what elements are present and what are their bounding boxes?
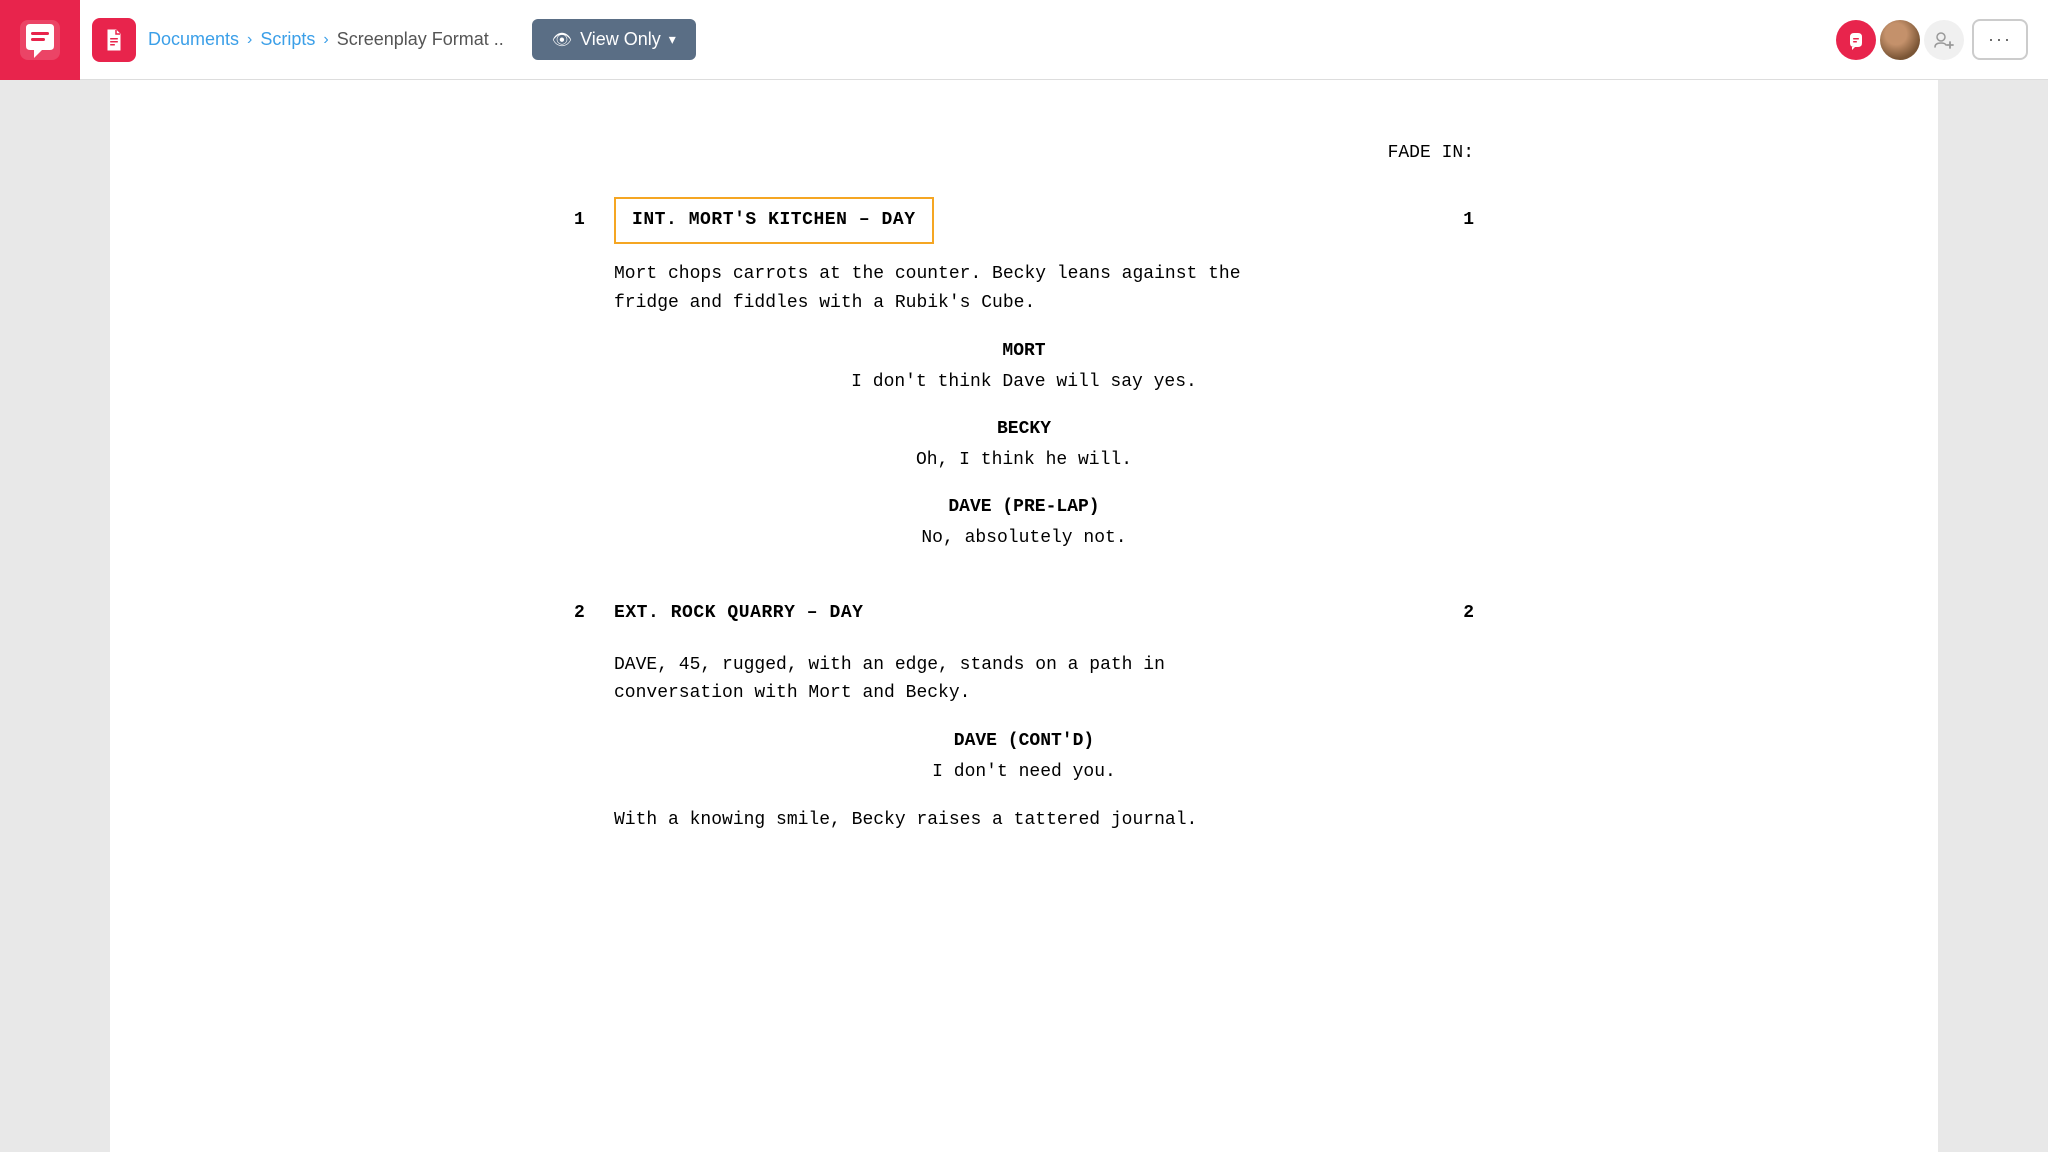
view-only-label: View Only	[580, 29, 661, 50]
navbar: Documents › Scripts › Screenplay Format …	[0, 0, 2048, 80]
scene-2-heading-row: 2 EXT. ROCK QUARRY – DAY 2	[574, 592, 1474, 635]
eye-icon: 👁	[552, 30, 572, 50]
scene-2-action: DAVE, 45, rugged, with an edge, stands o…	[614, 651, 1474, 709]
dialogue-mort-character: MORT	[574, 338, 1474, 365]
avatar-add-user[interactable]	[1924, 20, 1964, 60]
avatar-group	[1836, 20, 1964, 60]
dialogue-dave-prelap-line: No, absolutely not.	[574, 525, 1474, 552]
doc-icon-button[interactable]	[92, 18, 136, 62]
scene-2-action2: With a knowing smile, Becky raises a tat…	[614, 806, 1474, 835]
breadcrumb-documents[interactable]: Documents	[148, 29, 239, 50]
avatar-current-user	[1836, 20, 1876, 60]
scene-2: 2 EXT. ROCK QUARRY – DAY 2 DAVE, 45, rug…	[574, 592, 1474, 835]
dialogue-mort-line: I don't think Dave will say yes.	[574, 369, 1474, 396]
breadcrumb: Documents › Scripts › Screenplay Format …	[148, 29, 504, 50]
scene-1-number-right: 1	[1463, 207, 1474, 234]
scene-1-heading: INT. MORT'S KITCHEN – DAY	[614, 197, 934, 244]
breadcrumb-sep-2: ›	[323, 31, 328, 49]
main-content: FADE IN: 1 INT. MORT'S KITCHEN – DAY 1 M…	[0, 80, 2048, 1152]
chevron-down-icon: ▾	[669, 31, 676, 48]
fade-in: FADE IN:	[574, 140, 1474, 167]
scene-1-action: Mort chops carrots at the counter. Becky…	[614, 260, 1474, 318]
dialogue-becky-line: Oh, I think he will.	[574, 447, 1474, 474]
screenplay: FADE IN: 1 INT. MORT'S KITCHEN – DAY 1 M…	[574, 140, 1474, 835]
app-logo	[0, 0, 80, 80]
document-area: FADE IN: 1 INT. MORT'S KITCHEN – DAY 1 M…	[110, 80, 1938, 1152]
scene-1-number-left: 1	[574, 207, 614, 234]
scene-2-number-left: 2	[574, 600, 614, 627]
avatar-user-2	[1880, 20, 1920, 60]
breadcrumb-scripts[interactable]: Scripts	[260, 29, 315, 50]
sidebar-left	[0, 80, 110, 1152]
scene-2-number-right: 2	[1463, 600, 1474, 627]
scene-1-heading-row: 1 INT. MORT'S KITCHEN – DAY 1	[574, 197, 1474, 244]
view-only-button[interactable]: 👁 View Only ▾	[532, 19, 696, 60]
more-options-button[interactable]: ···	[1972, 19, 2028, 60]
scene-2-heading: EXT. ROCK QUARRY – DAY	[614, 592, 864, 635]
navbar-right: ···	[1836, 19, 2028, 60]
breadcrumb-current: Screenplay Format ..	[337, 29, 504, 50]
dialogue-dave-contd-line: I don't need you.	[574, 759, 1474, 786]
sidebar-right	[1938, 80, 2048, 1152]
dialogue-becky-character: BECKY	[574, 416, 1474, 443]
scene-1: 1 INT. MORT'S KITCHEN – DAY 1 Mort chops…	[574, 197, 1474, 552]
dialogue-dave-contd-character: DAVE (CONT'D)	[574, 728, 1474, 755]
breadcrumb-sep-1: ›	[247, 31, 252, 49]
dialogue-dave-prelap-character: DAVE (PRE-LAP)	[574, 494, 1474, 521]
